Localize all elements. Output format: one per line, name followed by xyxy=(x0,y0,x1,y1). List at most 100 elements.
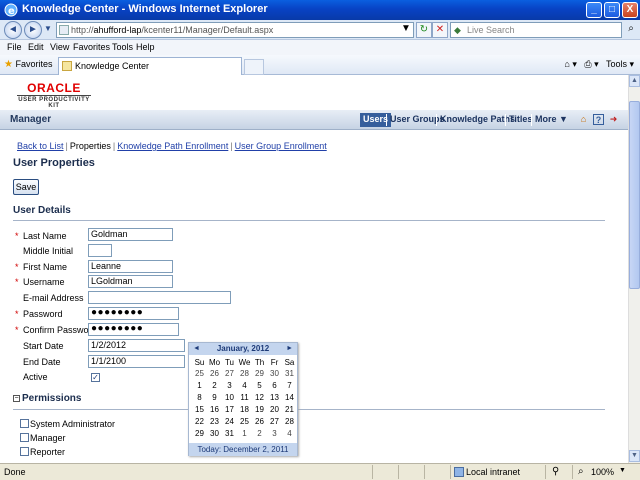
calendar-month-label[interactable]: January, 2012 xyxy=(217,344,269,353)
new-tab-button[interactable] xyxy=(244,59,264,75)
menu-favorites[interactable]: Favorites xyxy=(73,42,110,52)
vertical-scrollbar[interactable]: ▲ ▼ xyxy=(628,75,640,463)
calendar-day[interactable]: 25 xyxy=(192,369,207,378)
calendar-day[interactable]: 10 xyxy=(222,393,237,402)
home-icon[interactable]: ⌂ xyxy=(564,59,569,69)
calendar-day[interactable]: 31 xyxy=(282,369,297,378)
security-zone[interactable]: Local intranet xyxy=(466,467,520,477)
search-button[interactable]: ⌕ xyxy=(624,22,638,38)
calendar-day[interactable]: 30 xyxy=(207,429,222,438)
last-name-label: * Last Name xyxy=(15,231,67,241)
menu-tools[interactable]: Tools xyxy=(112,42,133,52)
tab-knowledge-center[interactable]: Knowledge Center xyxy=(58,57,242,75)
maximize-button[interactable]: □ xyxy=(604,2,620,18)
user-group-enrollment-link[interactable]: User Group Enrollment xyxy=(235,141,327,151)
calendar-day[interactable]: 13 xyxy=(267,393,282,402)
help-icon[interactable]: ? xyxy=(593,114,604,125)
system-administrator-checkbox[interactable] xyxy=(20,419,29,428)
calendar-day[interactable]: 5 xyxy=(252,381,267,390)
calendar-day[interactable]: 16 xyxy=(207,405,222,414)
nav-more[interactable]: More ▼ xyxy=(532,113,571,127)
calendar-day[interactable]: 3 xyxy=(267,429,282,438)
calendar-day[interactable]: 30 xyxy=(267,369,282,378)
end-date-input[interactable]: 1/1/2100 xyxy=(88,355,185,368)
calendar-day[interactable]: 3 xyxy=(222,381,237,390)
calendar-day[interactable]: 17 xyxy=(222,405,237,414)
active-checkbox[interactable]: ✓ xyxy=(91,373,100,382)
stop-button[interactable]: ✕ xyxy=(432,22,448,38)
middle-initial-input[interactable] xyxy=(88,244,112,257)
back-button[interactable]: ◄ xyxy=(4,21,22,39)
next-month-icon[interactable]: ► xyxy=(286,343,293,355)
zoom-level[interactable]: 100% xyxy=(591,467,614,477)
calendar-day[interactable]: 21 xyxy=(282,405,297,414)
calendar-day[interactable]: 15 xyxy=(192,405,207,414)
calendar-day[interactable]: 18 xyxy=(237,405,252,414)
calendar-day[interactable]: 29 xyxy=(252,369,267,378)
home-icon[interactable]: ⌂ xyxy=(578,114,589,125)
calendar-day[interactable]: 9 xyxy=(207,393,222,402)
calendar-day[interactable]: 20 xyxy=(267,405,282,414)
first-name-input[interactable]: Leanne xyxy=(88,260,173,273)
calendar-day[interactable]: 1 xyxy=(192,381,207,390)
print-icon[interactable]: ⎙ xyxy=(584,59,591,69)
knowledge-path-enrollment-link[interactable]: Knowledge Path Enrollment xyxy=(117,141,228,151)
confirm-password-input[interactable]: ●●●●●●●● xyxy=(88,323,179,336)
calendar-day[interactable]: 29 xyxy=(192,429,207,438)
menu-view[interactable]: View xyxy=(50,42,69,52)
calendar-day[interactable]: 28 xyxy=(282,417,297,426)
calendar-day[interactable]: 2 xyxy=(207,381,222,390)
menu-help[interactable]: Help xyxy=(136,42,155,52)
calendar-day[interactable]: 4 xyxy=(282,429,297,438)
calendar-day[interactable]: 28 xyxy=(237,369,252,378)
calendar-day[interactable]: 26 xyxy=(252,417,267,426)
scroll-up-icon[interactable]: ▲ xyxy=(629,75,640,87)
refresh-button[interactable]: ↻ xyxy=(416,22,432,38)
calendar-day[interactable]: 19 xyxy=(252,405,267,414)
menu-file[interactable]: File xyxy=(7,42,22,52)
calendar-day[interactable]: 11 xyxy=(237,393,252,402)
scroll-down-icon[interactable]: ▼ xyxy=(629,450,640,462)
tools-menu[interactable]: Tools xyxy=(606,59,627,69)
username-input[interactable]: LGoldman xyxy=(88,275,173,288)
calendar-day[interactable]: 25 xyxy=(237,417,252,426)
start-date-input[interactable]: 1/2/2012 xyxy=(88,339,185,352)
logout-icon[interactable]: ➜ xyxy=(608,114,619,125)
calendar-day[interactable]: 24 xyxy=(222,417,237,426)
calendar-day[interactable]: 4 xyxy=(237,381,252,390)
manager-checkbox[interactable] xyxy=(20,433,29,442)
collapse-icon[interactable]: − xyxy=(13,395,20,402)
search-input[interactable]: ◆ Live Search xyxy=(450,22,622,38)
reporter-checkbox[interactable] xyxy=(20,447,29,456)
email-input[interactable] xyxy=(88,291,231,304)
calendar-day[interactable]: 27 xyxy=(222,369,237,378)
calendar-day[interactable]: 26 xyxy=(207,369,222,378)
address-input[interactable]: http://ahufford-lap/kcenter11/Manager/De… xyxy=(56,22,414,38)
scroll-thumb[interactable] xyxy=(629,101,640,289)
calendar-day[interactable]: 22 xyxy=(192,417,207,426)
calendar-today-link[interactable]: Today: December 2, 2011 xyxy=(189,443,297,456)
forward-button[interactable]: ► xyxy=(24,21,42,39)
calendar-day[interactable]: 14 xyxy=(282,393,297,402)
password-input[interactable]: ●●●●●●●● xyxy=(88,307,179,320)
calendar-day[interactable]: 27 xyxy=(267,417,282,426)
history-dropdown-icon[interactable]: ▼ xyxy=(44,24,52,33)
zoom-dropdown-icon[interactable]: ▼ xyxy=(619,467,626,474)
menu-edit[interactable]: Edit xyxy=(28,42,44,52)
calendar-day[interactable]: 23 xyxy=(207,417,222,426)
calendar-day[interactable]: 8 xyxy=(192,393,207,402)
calendar-day[interactable]: 1 xyxy=(237,429,252,438)
last-name-input[interactable]: Goldman xyxy=(88,228,173,241)
address-dropdown-icon[interactable]: ▼ xyxy=(400,22,412,38)
calendar-day[interactable]: 2 xyxy=(252,429,267,438)
calendar-day[interactable]: 6 xyxy=(267,381,282,390)
back-to-list-link[interactable]: Back to List xyxy=(17,141,64,151)
calendar-day[interactable]: 12 xyxy=(252,393,267,402)
prev-month-icon[interactable]: ◄ xyxy=(193,343,200,355)
minimize-button[interactable]: _ xyxy=(586,2,602,18)
favorites-button[interactable]: ★ Favorites xyxy=(4,59,53,70)
calendar-day[interactable]: 7 xyxy=(282,381,297,390)
calendar-day[interactable]: 31 xyxy=(222,429,237,438)
close-button[interactable]: X xyxy=(622,2,638,18)
save-button[interactable]: Save xyxy=(13,179,39,195)
